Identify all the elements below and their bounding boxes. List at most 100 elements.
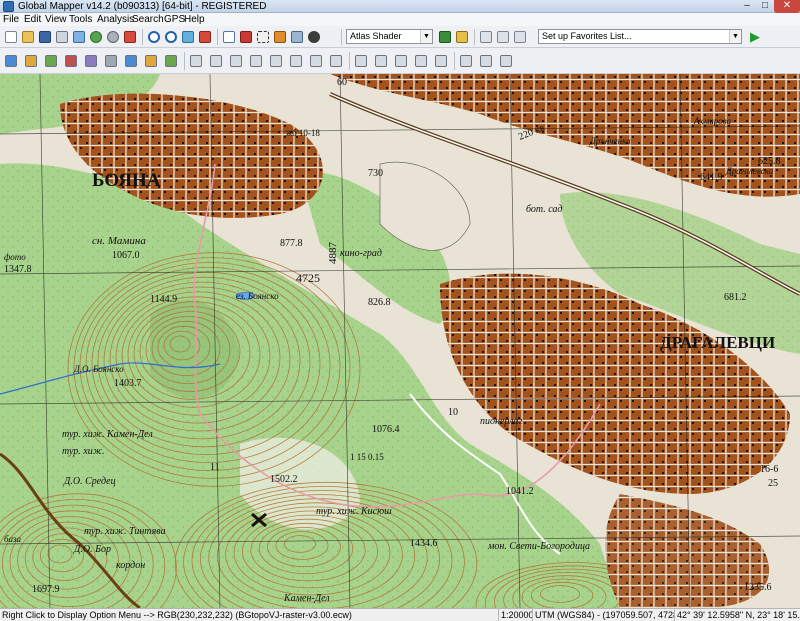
route-icon[interactable] [353, 53, 369, 69]
clip-icon[interactable] [308, 53, 324, 69]
run-favorite-button[interactable]: ▶ [747, 29, 763, 45]
waypoint-icon[interactable] [393, 53, 409, 69]
place-label: сн. Мамина [92, 235, 146, 247]
toolbar-separator [454, 52, 455, 70]
bearing-icon[interactable] [433, 53, 449, 69]
main-toolbar: Atlas Shader ▼ Set up Favorites List... … [0, 26, 800, 48]
menu-edit[interactable]: Edit [24, 13, 41, 26]
town-label: ДРАГАЛЕВЦИ [660, 333, 775, 352]
place-label: Д.О. Боянско [73, 364, 124, 374]
label-icon[interactable] [103, 53, 119, 69]
edit-vertex-icon[interactable] [63, 53, 79, 69]
combine-icon[interactable] [163, 53, 179, 69]
menu-gps[interactable]: GPS [164, 13, 185, 26]
menu-search[interactable]: Search [132, 13, 164, 26]
grid-number: 16-6 [760, 464, 778, 475]
path-profile-icon[interactable] [289, 29, 305, 45]
window-title: Global Mapper v14.2 (b090313) [64-bit] -… [18, 1, 267, 12]
snap-icon[interactable] [268, 53, 284, 69]
elevation-label: 1067.0 [112, 250, 140, 261]
export-icon[interactable] [328, 53, 344, 69]
topographic-map[interactable]: БОЯНА ДРАГАЛЕВЦИ сн. Мамина кино-град бо… [0, 74, 800, 608]
place-label: Д.О. Средец [63, 476, 116, 487]
grid-number: 4725 [296, 271, 320, 285]
grid-icon[interactable] [454, 29, 470, 45]
minimize-button[interactable]: – [738, 0, 756, 13]
new-icon[interactable] [3, 29, 19, 45]
3d-view-icon[interactable] [272, 29, 288, 45]
rotate-icon[interactable] [123, 53, 139, 69]
track-icon[interactable] [413, 53, 429, 69]
gps-icon[interactable] [373, 53, 389, 69]
area-tool-icon[interactable] [3, 53, 19, 69]
pencil-icon[interactable] [478, 53, 494, 69]
print-icon[interactable] [54, 29, 70, 45]
grid-number: 10 [448, 407, 458, 418]
elevation-label: 681.2 [724, 292, 747, 303]
maximize-button[interactable]: □ [756, 0, 774, 13]
zoom-out-icon[interactable] [163, 29, 179, 45]
zoom-in-icon[interactable] [146, 29, 162, 45]
elevation-label: 826.8 [368, 297, 391, 308]
menu-bar: File Edit View Tools Analysis Search GPS… [0, 13, 800, 26]
layers-icon[interactable] [71, 29, 87, 45]
grid-number: 4887 [327, 242, 339, 265]
tracing-icon[interactable] [288, 53, 304, 69]
home-icon[interactable] [197, 29, 213, 45]
toolbar-separator [341, 29, 342, 45]
elevation-label: 1403.7 [114, 378, 142, 389]
elevation-label: 730 [368, 168, 383, 179]
town-label: БОЯНА [92, 170, 161, 191]
place-label: Дрънченка [589, 136, 631, 146]
menu-analysis[interactable]: Analysis [97, 13, 134, 26]
chevron-down-icon: ▼ [420, 30, 432, 43]
web-icon[interactable] [88, 29, 104, 45]
grid-number: 25 [768, 478, 778, 489]
line-tool-icon[interactable] [23, 53, 39, 69]
feature-info-icon[interactable] [83, 53, 99, 69]
gear-icon[interactable] [105, 29, 121, 45]
forward-icon[interactable] [495, 29, 511, 45]
point-tool-icon[interactable] [43, 53, 59, 69]
menu-view[interactable]: View [45, 13, 67, 26]
favorites-select[interactable]: Set up Favorites List... ▼ [538, 29, 742, 44]
select-icon[interactable] [228, 53, 244, 69]
shader-options-icon[interactable] [437, 29, 453, 45]
shader-select[interactable]: Atlas Shader ▼ [346, 29, 433, 44]
pin-icon[interactable] [248, 53, 264, 69]
close-button[interactable]: ✕ [774, 0, 800, 13]
place-label: Драгалевска [725, 166, 774, 176]
shader-select-value: Atlas Shader [350, 31, 402, 41]
digitize-icon[interactable] [221, 29, 237, 45]
binoculars-icon[interactable] [306, 29, 322, 45]
place-label: пионерлаг [480, 416, 523, 427]
move-icon[interactable] [208, 53, 224, 69]
save-icon[interactable] [37, 29, 53, 45]
elevation-label: 641.9 [700, 172, 723, 183]
toolbar-separator [142, 29, 143, 45]
north-arrow-icon[interactable] [512, 29, 528, 45]
split-icon[interactable] [143, 53, 159, 69]
place-label: база [4, 534, 22, 544]
back-icon[interactable] [478, 29, 494, 45]
grid-number: жб 10-18 [285, 128, 320, 138]
elevation-label: 1502.2 [270, 474, 298, 485]
measure-icon[interactable] [238, 29, 254, 45]
place-label: тур. хиж. Кисюш [316, 506, 392, 517]
map-view[interactable]: БОЯНА ДРАГАЛЕВЦИ сн. Мамина кино-град бо… [0, 74, 800, 608]
menu-file[interactable]: File [3, 13, 19, 26]
brush-icon[interactable] [498, 53, 514, 69]
menu-tools[interactable]: Tools [69, 13, 92, 26]
range-ring-icon[interactable] [458, 53, 474, 69]
buffer-icon[interactable] [188, 53, 204, 69]
place-label: тур. хиж. Камен-Дел [62, 429, 153, 440]
status-coordinates: 42° 39' 12.5958" N, 23° 18' 15.2394" E [674, 609, 800, 621]
full-view-icon[interactable] [180, 29, 196, 45]
place-label: кино-град [340, 248, 382, 259]
grid-number: 60 [337, 77, 347, 88]
menu-help[interactable]: Help [184, 13, 205, 26]
chevron-down-icon: ▼ [729, 30, 741, 43]
open-icon[interactable] [20, 29, 36, 45]
scissors-icon[interactable] [122, 29, 138, 45]
capture-icon[interactable] [255, 29, 271, 45]
